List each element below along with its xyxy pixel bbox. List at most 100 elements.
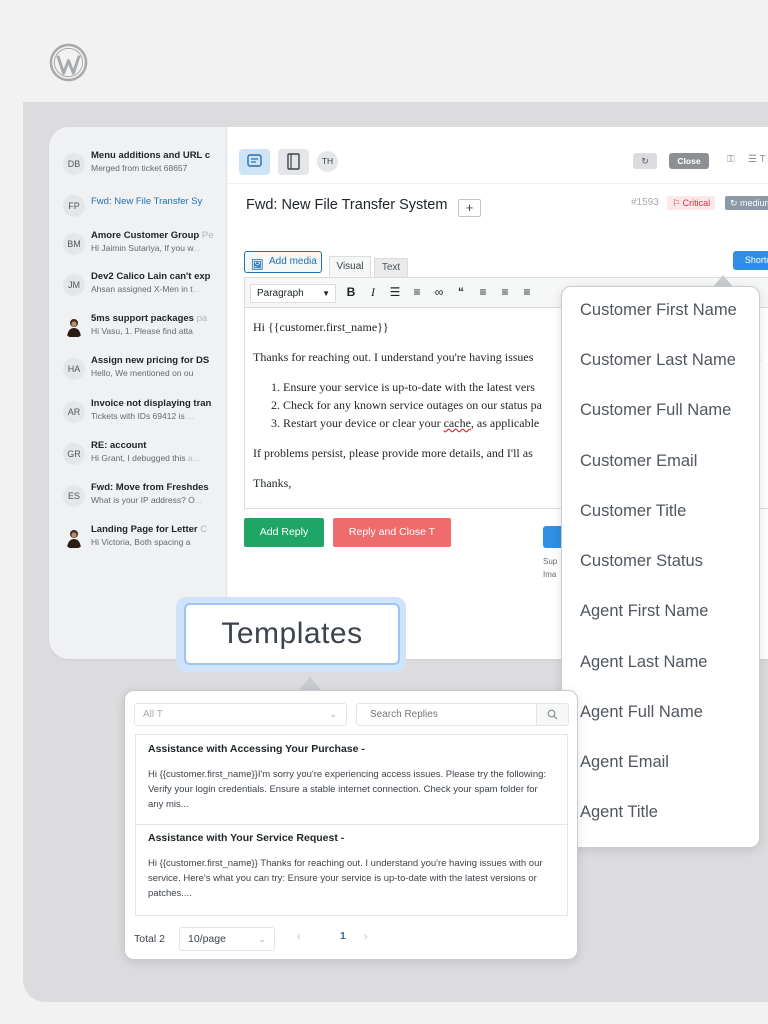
add-reply-button[interactable]: Add Reply xyxy=(244,518,324,547)
numbered-list-icon[interactable]: ≡ xyxy=(410,285,424,299)
close-ticket-button[interactable]: Close xyxy=(669,153,709,169)
align-right-icon[interactable]: ≡ xyxy=(520,285,534,299)
ticket-item[interactable]: GR RE: account Hi Grant, I debugged this… xyxy=(49,437,227,477)
avatar: ES xyxy=(63,485,85,507)
format-select[interactable]: Paragraph ▼ xyxy=(250,284,336,303)
ticket-title: RE: account xyxy=(91,440,147,451)
wordpress-logo-icon xyxy=(49,43,88,82)
add-tag-button[interactable]: + xyxy=(458,199,481,217)
ticket-preview: What is your IP address? O... xyxy=(91,495,202,505)
status-badge[interactable]: ↻ medium xyxy=(725,196,768,210)
ticket-title: Fwd: Move from Freshdes xyxy=(91,482,209,493)
search-icon xyxy=(547,709,558,720)
page-number[interactable]: 1 xyxy=(340,930,346,942)
ticket-title: Fwd: New File Transfer Sy xyxy=(91,196,203,207)
avatar: BM xyxy=(63,233,85,255)
template-title: Assistance with Your Service Request - xyxy=(148,832,345,844)
chevron-right-icon[interactable]: › xyxy=(364,931,368,943)
templates-popup: All T ⌄ Assistance with Accessing Your P… xyxy=(124,690,578,960)
ticket-item[interactable]: BM Amore Customer Group Pе Hi Jaimin Sut… xyxy=(49,227,227,267)
bold-icon[interactable]: B xyxy=(344,285,358,299)
total-count: Total 2 xyxy=(134,933,165,945)
ticket-title: Menu additions and URL c xyxy=(91,150,211,161)
partial-text: Sup Ima xyxy=(543,557,558,579)
shortcodes-button[interactable]: Shortcodes ˅ xyxy=(733,251,768,270)
shortcode-agent-full-name[interactable]: Agent Full Name xyxy=(580,703,703,722)
chevron-down-icon: ⌄ xyxy=(329,709,337,719)
shortcodes-dropdown: Customer First Name Customer Last Name C… xyxy=(561,286,760,848)
template-item[interactable]: Assistance with Accessing Your Purchase … xyxy=(136,743,567,812)
add-media-button[interactable]: 🖼 Add media xyxy=(244,251,322,273)
shortcode-customer-last-name[interactable]: Customer Last Name xyxy=(580,351,736,370)
ticket-item[interactable]: Landing Page for Letter C Hi Victoria, B… xyxy=(49,521,227,561)
bullet-list-icon[interactable]: ☰ xyxy=(388,285,402,299)
ticket-title: Landing Page for Letter C xyxy=(91,524,208,535)
quote-icon[interactable]: “ xyxy=(454,285,468,299)
ticket-item[interactable]: DB Menu additions and URL c Merged from … xyxy=(49,147,227,187)
ticket-toolbar: TH ↻ Close ⚿ ☰ T xyxy=(228,127,768,184)
lock-icon[interactable]: ⚿ xyxy=(727,154,735,165)
page: DB Menu additions and URL c Merged from … xyxy=(0,0,768,1024)
avatar: FP xyxy=(63,195,85,217)
partial-button[interactable] xyxy=(543,526,563,548)
ticket-sidebar: DB Menu additions and URL c Merged from … xyxy=(49,127,227,659)
refresh-button[interactable]: ↻ xyxy=(633,153,657,169)
ticket-preview: Hi Jaimin Sutariya, If you w... xyxy=(91,243,201,253)
ticket-preview: Hi Victoria, Both spacing a xyxy=(91,537,191,547)
chevron-down-icon: ▼ xyxy=(322,289,330,298)
shortcode-agent-title[interactable]: Agent Title xyxy=(580,803,658,822)
italic-icon[interactable]: I xyxy=(366,285,380,300)
template-description: Hi {{customer.first_name}} Thanks for re… xyxy=(148,858,543,899)
ticket-item[interactable]: HA Assign new pricing for DS Hello, We m… xyxy=(49,352,227,392)
shortcode-customer-first-name[interactable]: Customer First Name xyxy=(580,301,737,320)
ticket-item[interactable]: ES Fwd: Move from Freshdes What is your … xyxy=(49,479,227,519)
ticket-title: Assign new pricing for DS xyxy=(91,355,210,366)
ticket-preview: Merged from ticket 68657 xyxy=(91,163,188,173)
ticket-preview: Tickets with IDs 69412 is ... xyxy=(91,411,195,421)
conversation-view-button[interactable] xyxy=(239,149,270,175)
ticket-subject: Fwd: New File Transfer System xyxy=(246,197,448,213)
notebook-icon xyxy=(287,153,300,170)
ticket-title: Dev2 Calico Lain can't exp xyxy=(91,271,211,282)
link-icon[interactable]: ∞ xyxy=(432,285,446,299)
avatar: DB xyxy=(63,153,85,175)
ticket-item[interactable]: AR Invoice not displaying tran Tickets w… xyxy=(49,395,227,435)
shortcode-agent-email[interactable]: Agent Email xyxy=(580,753,669,772)
chevron-left-icon[interactable]: ‹ xyxy=(297,931,301,943)
shortcode-customer-full-name[interactable]: Customer Full Name xyxy=(580,401,731,420)
chat-icon xyxy=(247,154,262,167)
priority-badge[interactable]: ⚐ Critical xyxy=(667,196,716,210)
ticket-title: 5ms support packages pa xyxy=(91,313,208,324)
tab-text[interactable]: Text xyxy=(374,258,408,277)
divider xyxy=(136,824,567,825)
align-center-icon[interactable]: ≡ xyxy=(498,285,512,299)
shortcode-agent-last-name[interactable]: Agent Last Name xyxy=(580,653,708,672)
ticket-title: Invoice not displaying tran xyxy=(91,398,212,409)
template-filter-select[interactable]: All T ⌄ xyxy=(134,703,347,726)
templates-button[interactable]: Templates xyxy=(184,603,400,665)
notes-view-button[interactable] xyxy=(278,149,309,175)
template-description: Hi {{customer.first_name}}I'm sorry you'… xyxy=(148,769,547,810)
page-size-select[interactable]: 10/page ⌄ xyxy=(179,927,275,951)
ticket-item[interactable]: 5ms support packages pa Hi Vasu, 1. Plea… xyxy=(49,310,227,350)
search-replies-input[interactable] xyxy=(356,703,537,726)
align-left-icon[interactable]: ≡ xyxy=(476,285,490,299)
shortcode-customer-email[interactable]: Customer Email xyxy=(580,452,697,471)
template-list: Assistance with Accessing Your Purchase … xyxy=(135,734,568,916)
more-options-icon[interactable]: ☰ T xyxy=(748,154,766,165)
tab-visual[interactable]: Visual xyxy=(329,256,371,277)
ticket-preview: Hi Grant, I debugged this a... xyxy=(91,453,200,463)
template-title: Assistance with Accessing Your Purchase … xyxy=(148,743,365,755)
shortcode-customer-status[interactable]: Customer Status xyxy=(580,552,703,571)
avatar: GR xyxy=(63,443,85,465)
reply-and-close-button[interactable]: Reply and Close T xyxy=(333,518,451,547)
ticket-item-active[interactable]: FP Fwd: New File Transfer Sy xyxy=(49,189,227,229)
avatar: AR xyxy=(63,401,85,423)
templates-pointer xyxy=(299,677,321,690)
shortcode-agent-first-name[interactable]: Agent First Name xyxy=(580,602,708,621)
agent-avatar[interactable]: TH xyxy=(317,151,338,172)
shortcode-customer-title[interactable]: Customer Title xyxy=(580,502,686,521)
ticket-item[interactable]: JM Dev2 Calico Lain can't exp Ahsan assi… xyxy=(49,268,227,308)
template-item[interactable]: Assistance with Your Service Request - H… xyxy=(136,832,567,901)
search-button[interactable] xyxy=(536,703,569,726)
